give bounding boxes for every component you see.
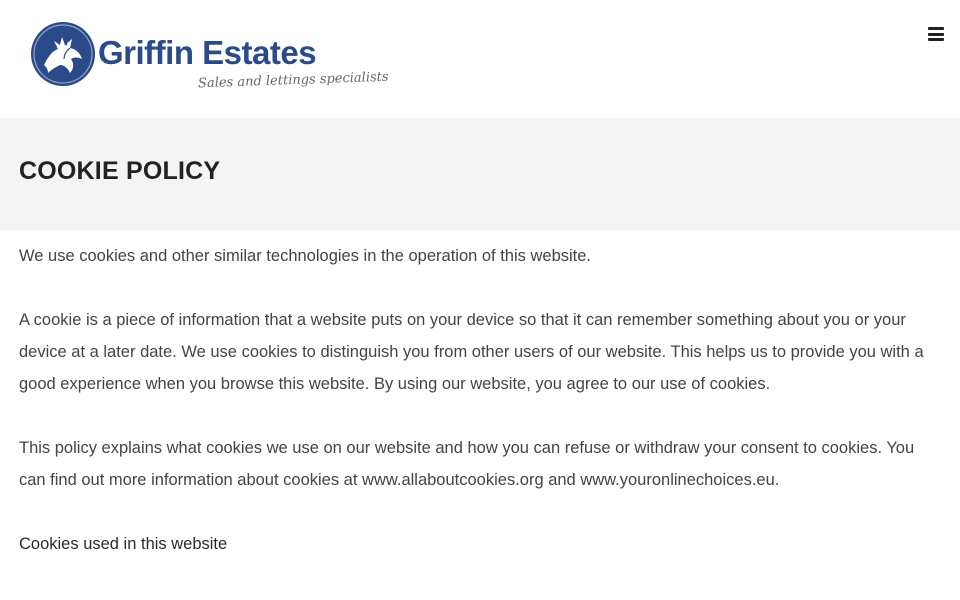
policy-content: We use cookies and other similar technol… (0, 230, 960, 560)
page-title-band: COOKIE POLICY (0, 118, 960, 230)
menu-bar (928, 32, 944, 36)
policy-paragraph: This policy explains what cookies we use… (19, 439, 915, 489)
site-header: Griffin Estates Sales and lettings speci… (0, 0, 960, 118)
hamburger-menu-icon[interactable] (928, 26, 944, 42)
griffin-estates-logo[interactable]: Griffin Estates Sales and lettings speci… (30, 21, 389, 97)
griffin-emblem-icon (31, 22, 95, 86)
policy-paragraph: A cookie is a piece of information that … (19, 311, 924, 393)
policy-paragraph: We use cookies and other similar technol… (19, 247, 592, 265)
cookies-used-heading: Cookies used in this website (19, 535, 228, 553)
page-title: COOKIE POLICY (19, 157, 221, 185)
menu-bar (928, 38, 944, 41)
menu-bar (928, 27, 944, 30)
logo-name: Griffin Estates (98, 34, 317, 71)
